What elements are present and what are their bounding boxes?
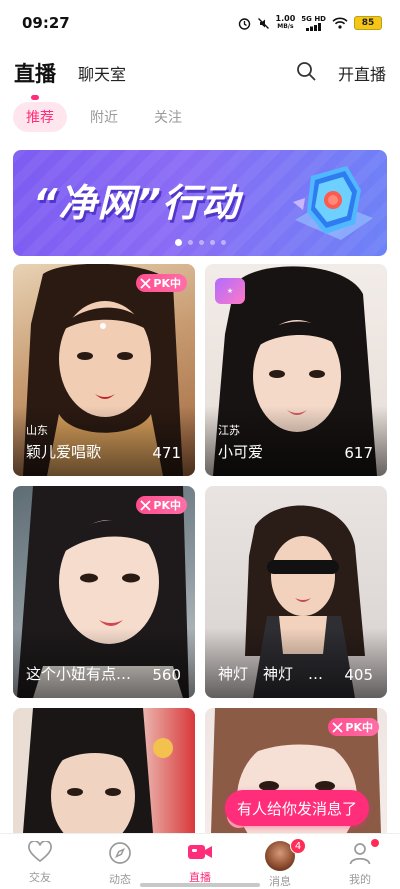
active-tab-indicator xyxy=(31,95,39,100)
notification-dot xyxy=(371,839,379,847)
nav-live[interactable]: 直播 xyxy=(160,834,240,889)
wifi-icon xyxy=(332,17,348,29)
subtab-nearby[interactable]: 附近 xyxy=(77,102,131,132)
battery-indicator: 85 xyxy=(354,16,382,30)
pk-badge: PK中 xyxy=(136,496,187,514)
nav-messages[interactable]: 4 消息 xyxy=(240,834,320,889)
streamer-portrait xyxy=(23,708,173,833)
card-title: 这个小妞有点… xyxy=(26,665,132,683)
card-title: 神灯 神灯 … xyxy=(218,665,324,683)
viewer-count: 560 xyxy=(152,666,181,684)
unread-badge: 4 xyxy=(290,838,306,854)
cellular-signal-icon: 5G HD xyxy=(301,15,326,31)
live-card[interactable]: PK中 这个小妞有点… 560 xyxy=(13,486,195,698)
net-speed: 1.00 MB/s xyxy=(275,14,296,31)
pk-badge: PK中 xyxy=(136,274,187,292)
shield-illustration xyxy=(293,166,373,240)
tab-chatroom[interactable]: 聊天室 xyxy=(78,61,126,85)
home-indicator xyxy=(140,883,260,887)
swords-icon xyxy=(140,277,152,289)
viewer-count: 617 xyxy=(344,444,373,462)
top-header: 直播 聊天室 开直播 xyxy=(0,52,400,100)
subtab-recommended[interactable]: 推荐 xyxy=(13,102,67,132)
user-icon xyxy=(348,841,372,869)
compass-icon xyxy=(108,841,132,869)
viewer-count: 405 xyxy=(344,666,373,684)
swords-icon xyxy=(332,721,344,733)
swords-icon xyxy=(140,499,152,511)
status-bar: 09:27 1.00 MB/s 5G HD 85 xyxy=(0,0,400,46)
new-message-toast[interactable]: 有人给你发消息了 xyxy=(225,790,370,826)
live-card[interactable]: PK中 山东 颖儿爱唱歌 471 xyxy=(13,264,195,476)
sticker-badge: ★ xyxy=(215,278,245,304)
alarm-icon xyxy=(238,17,251,30)
card-title: 颖儿爱唱歌 xyxy=(26,443,102,461)
status-icons: 1.00 MB/s 5G HD 85 xyxy=(238,15,382,31)
video-camera-icon xyxy=(187,841,213,867)
nav-moments[interactable]: 动态 xyxy=(80,834,160,889)
viewer-count: 471 xyxy=(152,444,181,462)
card-region: 山东 xyxy=(26,424,48,437)
promo-banner[interactable]: “净网”行动 xyxy=(13,150,387,256)
bottom-nav: 交友 动态 直播 4 消息 我的 xyxy=(0,833,400,889)
pk-badge: PK中 xyxy=(328,718,379,736)
subtab-following[interactable]: 关注 xyxy=(141,102,195,132)
search-icon[interactable] xyxy=(296,61,316,85)
card-title: 小可爱 xyxy=(218,443,264,461)
live-card[interactable]: 神灯 神灯 … 405 xyxy=(205,486,387,698)
status-time: 09:27 xyxy=(22,14,70,32)
mute-icon xyxy=(257,17,270,30)
card-region: 江苏 xyxy=(218,424,240,437)
live-card[interactable] xyxy=(13,708,195,833)
nav-dating[interactable]: 交友 xyxy=(0,834,80,889)
banner-pagination xyxy=(13,239,387,246)
tab-live[interactable]: 直播 xyxy=(14,58,56,100)
banner-title: “净网”行动 xyxy=(33,181,240,225)
heart-icon xyxy=(28,840,52,867)
go-live-button[interactable]: 开直播 xyxy=(338,61,386,85)
sub-tabs: 推荐 附近 关注 xyxy=(13,102,195,132)
live-card[interactable]: ★ 江苏 小可爱 617 xyxy=(205,264,387,476)
nav-profile[interactable]: 我的 xyxy=(320,834,400,889)
